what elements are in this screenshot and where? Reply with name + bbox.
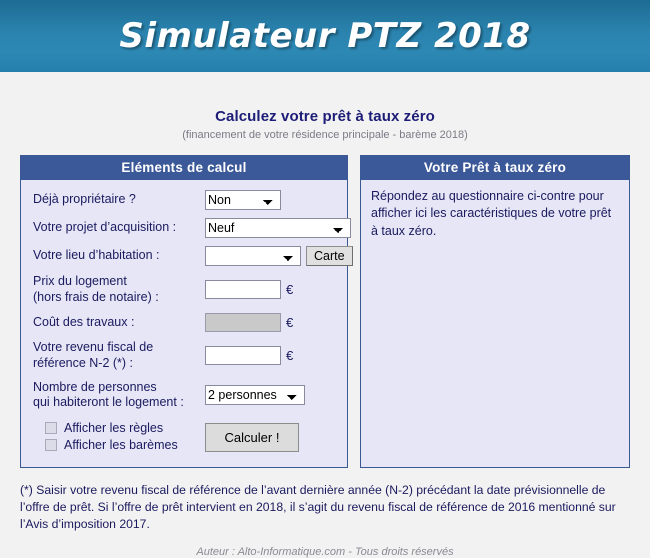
control-owner: Non	[205, 190, 281, 210]
form-row-income: Votre revenu fiscal de référence N-2 (*)…	[33, 340, 337, 371]
label-price-line1: Prix du logement	[33, 274, 127, 288]
label-price-line2: (hors frais de notaire) :	[33, 289, 159, 304]
label-occupants: Nombre de personnes qui habiteront le lo…	[33, 380, 205, 411]
form-row-project: Votre projet d’acquisition : Neuf	[33, 218, 351, 238]
label-occupants-line2: qui habiteront le logement :	[33, 395, 184, 410]
page-body: Calculez votre prêt à taux zéro (finance…	[0, 72, 650, 558]
label-income-line2: référence N-2 (*) :	[33, 355, 134, 370]
label-location: Votre lieu d’habitation :	[33, 248, 160, 263]
label-show-scales: Afficher les barèmes	[64, 437, 178, 452]
page-subtitle: (financement de votre résidence principa…	[182, 129, 468, 141]
euro-symbol-price: €	[286, 282, 294, 298]
form-row-location: Votre lieu d’habitation : Carte	[33, 246, 353, 266]
label-works: Coût des travaux :	[33, 314, 135, 329]
label-show-rules: Afficher les règles	[64, 420, 164, 435]
calculation-panel: Eléments de calcul Déjà propriétaire ? N…	[20, 155, 353, 468]
control-income: €	[205, 346, 294, 366]
result-panel-header: Votre Prêt à taux zéro	[361, 156, 629, 180]
select-project[interactable]: Neuf	[205, 218, 351, 238]
select-owner[interactable]: Non	[205, 190, 281, 210]
calculation-panel-header: Eléments de calcul	[21, 156, 347, 180]
author-credit: Auteur : Alto-Informatique.com - Tous dr…	[196, 545, 454, 558]
control-price: €	[205, 280, 294, 300]
intro-block: Calculez votre prêt à taux zéro (finance…	[10, 72, 640, 141]
result-panel-body: Répondez au questionnaire ci-contre pour…	[361, 180, 629, 414]
result-placeholder-text: Répondez au questionnaire ci-contre pour…	[371, 189, 612, 238]
label-income-line1: Votre revenu fiscal de	[33, 340, 154, 355]
form-row-occupants: Nombre de personnes qui habiteront le lo…	[33, 380, 337, 411]
checkbox-show-rules[interactable]	[45, 421, 57, 434]
euro-symbol-works: €	[286, 315, 294, 331]
label-project: Votre projet d’acquisition :	[33, 220, 177, 235]
control-location: Carte	[205, 246, 353, 266]
label-income: Votre revenu fiscal de référence N-2 (*)…	[33, 340, 205, 371]
income-input[interactable]	[205, 346, 281, 366]
display-options: Afficher les règles Afficher les barèmes	[33, 421, 205, 455]
form-row-works: Coût des travaux : €	[33, 313, 337, 333]
form-actions: Afficher les règles Afficher les barèmes…	[33, 421, 337, 455]
checkbox-row-scales: Afficher les barèmes	[33, 438, 205, 452]
result-panel: Votre Prêt à taux zéro Répondez au quest…	[360, 155, 630, 468]
price-input[interactable]	[205, 280, 281, 300]
euro-symbol-income: €	[286, 348, 294, 364]
calculation-form: Déjà propriétaire ? Non Votre projet d’a…	[21, 180, 353, 467]
select-occupants[interactable]: 2 personnes	[205, 385, 305, 406]
control-occupants: 2 personnes	[205, 385, 305, 406]
works-input	[205, 313, 281, 333]
form-row-owner: Déjà propriétaire ? Non	[33, 190, 337, 210]
label-occupants-line1: Nombre de personnes	[33, 379, 157, 394]
app-banner: Simulateur PTZ 2018	[0, 0, 650, 72]
calculate-button[interactable]: Calculer !	[205, 423, 299, 453]
map-button[interactable]: Carte	[306, 246, 353, 266]
checkbox-show-scales[interactable]	[45, 438, 57, 451]
control-project: Neuf	[205, 218, 351, 238]
footnote: (*) Saisir votre revenu fiscal de référe…	[20, 482, 616, 532]
control-works: €	[205, 313, 294, 333]
app-title: Simulateur PTZ 2018	[119, 16, 531, 56]
label-price: Prix du logement (hors frais de notaire)…	[33, 274, 205, 305]
panels-container: Eléments de calcul Déjà propriétaire ? N…	[10, 155, 640, 468]
select-location[interactable]	[205, 246, 301, 266]
form-row-price: Prix du logement (hors frais de notaire)…	[33, 274, 337, 305]
checkbox-row-rules: Afficher les règles	[33, 421, 205, 435]
label-owner: Déjà propriétaire ?	[33, 192, 136, 207]
page-title: Calculez votre prêt à taux zéro	[215, 108, 435, 125]
